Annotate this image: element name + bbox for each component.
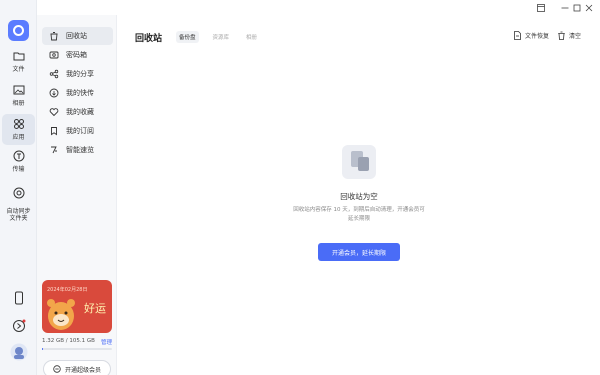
notification-icon: [12, 319, 25, 332]
folder-icon: [13, 52, 24, 61]
close-button[interactable]: [583, 2, 595, 13]
file-restore-label: 文件恢复: [525, 33, 550, 40]
tab-resources[interactable]: 资源库: [210, 31, 233, 43]
main-panel: 回收站 备份盘 资源库 相册 文件恢复 清空 回收站为空 回收站内容保存 10 …: [118, 15, 600, 375]
rail-item-transfer[interactable]: 传输: [2, 150, 35, 173]
rail-item-label: 相册: [12, 100, 25, 107]
avatar[interactable]: [0, 343, 37, 365]
sidebar-item-recycle-bin[interactable]: 回收站: [42, 27, 113, 45]
sidebar-item-smart-preview[interactable]: 智能速览: [42, 141, 113, 159]
trash-icon: [48, 30, 60, 42]
maximize-icon: [573, 4, 581, 11]
sidebar-item-quick-transfer[interactable]: 我的快传: [42, 84, 113, 102]
promo-banner[interactable]: 2024年02月28日 好运: [42, 280, 112, 333]
rail-item-photos[interactable]: 相册: [2, 84, 35, 107]
page-title: 回收站: [135, 34, 163, 44]
minimize-button[interactable]: [559, 2, 571, 13]
file-restore-icon: [514, 31, 521, 40]
mascot-image: [47, 299, 75, 330]
image-icon: [13, 85, 24, 95]
upgrade-button[interactable]: 开通超级会员: [43, 360, 111, 375]
transfer-icon: [13, 150, 24, 162]
empty-state-title: 回收站为空: [340, 192, 378, 201]
promo-date: 2024年02月28日: [47, 287, 88, 293]
cloud-transfer-icon: [48, 87, 60, 99]
empty-state-line-2: 延长期限: [347, 216, 370, 222]
rail-item-auto-sync[interactable]: 自动同步 文件夹: [2, 180, 35, 222]
tab-bar: 备份盘 资源库 相册: [176, 31, 271, 43]
storage-bar: [42, 348, 112, 350]
left-rail: 文件 相册 应用 传输 自动同步 文件夹: [0, 0, 37, 375]
sidebar-item-label: 回收站: [66, 32, 87, 40]
rail-item-label: 文件: [12, 66, 25, 73]
sidebar-item-label: 我的收藏: [66, 108, 94, 116]
sidebar-item-subscriptions[interactable]: 我的订阅: [42, 122, 113, 140]
sidebar-item-label: 智能速览: [66, 146, 94, 154]
promo-text: 好运: [84, 302, 106, 315]
sidebar-item-shares[interactable]: 我的分享: [42, 65, 113, 83]
notification-button[interactable]: [0, 318, 37, 337]
smart-preview-icon: [48, 144, 60, 156]
bookmark-icon: [48, 125, 60, 137]
storage-info: 1.32 GB / 105.1 GB 管理: [42, 338, 114, 350]
crown-icon: [53, 365, 61, 373]
sidebar-item-label: 我的分享: [66, 70, 94, 78]
sync-icon: [13, 187, 24, 199]
window-icon: [537, 3, 545, 12]
phone-icon: [14, 291, 23, 305]
rail-item-label: 传输: [12, 166, 25, 173]
safe-icon: [48, 49, 60, 61]
tab-backup[interactable]: 备份盘: [176, 31, 199, 43]
sidebar-item-label: 我的快传: [66, 89, 94, 97]
phone-button[interactable]: [0, 290, 37, 309]
storage-bar-fill: [42, 348, 44, 350]
title-bar: [117, 0, 600, 15]
avatar-icon: [10, 343, 27, 361]
empty-state-line-1: 回收站内容保存 10 天，到期后自动清理，开通会员可: [293, 207, 425, 213]
rail-item-label: 自动同步 文件夹: [6, 208, 31, 222]
rail-item-label: 应用: [12, 134, 25, 141]
close-icon: [585, 4, 593, 11]
file-restore-button[interactable]: 文件恢复: [513, 31, 549, 40]
storage-manage-link[interactable]: 管理: [101, 338, 112, 346]
sidebar-item-label: 密码箱: [66, 51, 87, 59]
storage-usage: 1.32 GB / 105.1 GB: [42, 338, 95, 344]
apps-grid-icon: [13, 119, 24, 129]
apps-sidebar: 回收站 密码箱 我的分享 我的快传 我的收藏 我的订阅 智能速览 2024年02…: [37, 15, 117, 375]
rail-item-files[interactable]: 文件: [2, 50, 35, 73]
empty-state-illustration: [342, 145, 376, 179]
upgrade-button-label: 开通超级会员: [64, 366, 101, 374]
upgrade-extend-button[interactable]: 开通会员，延长期限: [318, 243, 400, 261]
clear-button[interactable]: 清空: [557, 31, 581, 40]
clear-label: 清空: [569, 33, 582, 40]
app-logo-icon[interactable]: [8, 20, 29, 41]
sidebar-item-favorites[interactable]: 我的收藏: [42, 103, 113, 121]
maximize-button[interactable]: [571, 2, 583, 13]
window-menu-button[interactable]: [535, 2, 547, 13]
empty-state-description: 回收站内容保存 10 天，到期后自动清理，开通会员可 延长期限: [286, 206, 432, 224]
heart-icon: [48, 106, 60, 118]
share-icon: [48, 68, 60, 80]
app-window: 文件 相册 应用 传输 自动同步 文件夹 回收站 密码箱 我的分享 我的快传 我…: [0, 0, 600, 375]
sidebar-item-safe[interactable]: 密码箱: [42, 46, 113, 64]
minimize-icon: [561, 7, 569, 8]
sidebar-item-label: 我的订阅: [66, 127, 94, 135]
tab-album[interactable]: 相册: [243, 31, 260, 43]
trash-icon: [558, 31, 565, 40]
rail-item-apps[interactable]: 应用: [2, 114, 35, 145]
